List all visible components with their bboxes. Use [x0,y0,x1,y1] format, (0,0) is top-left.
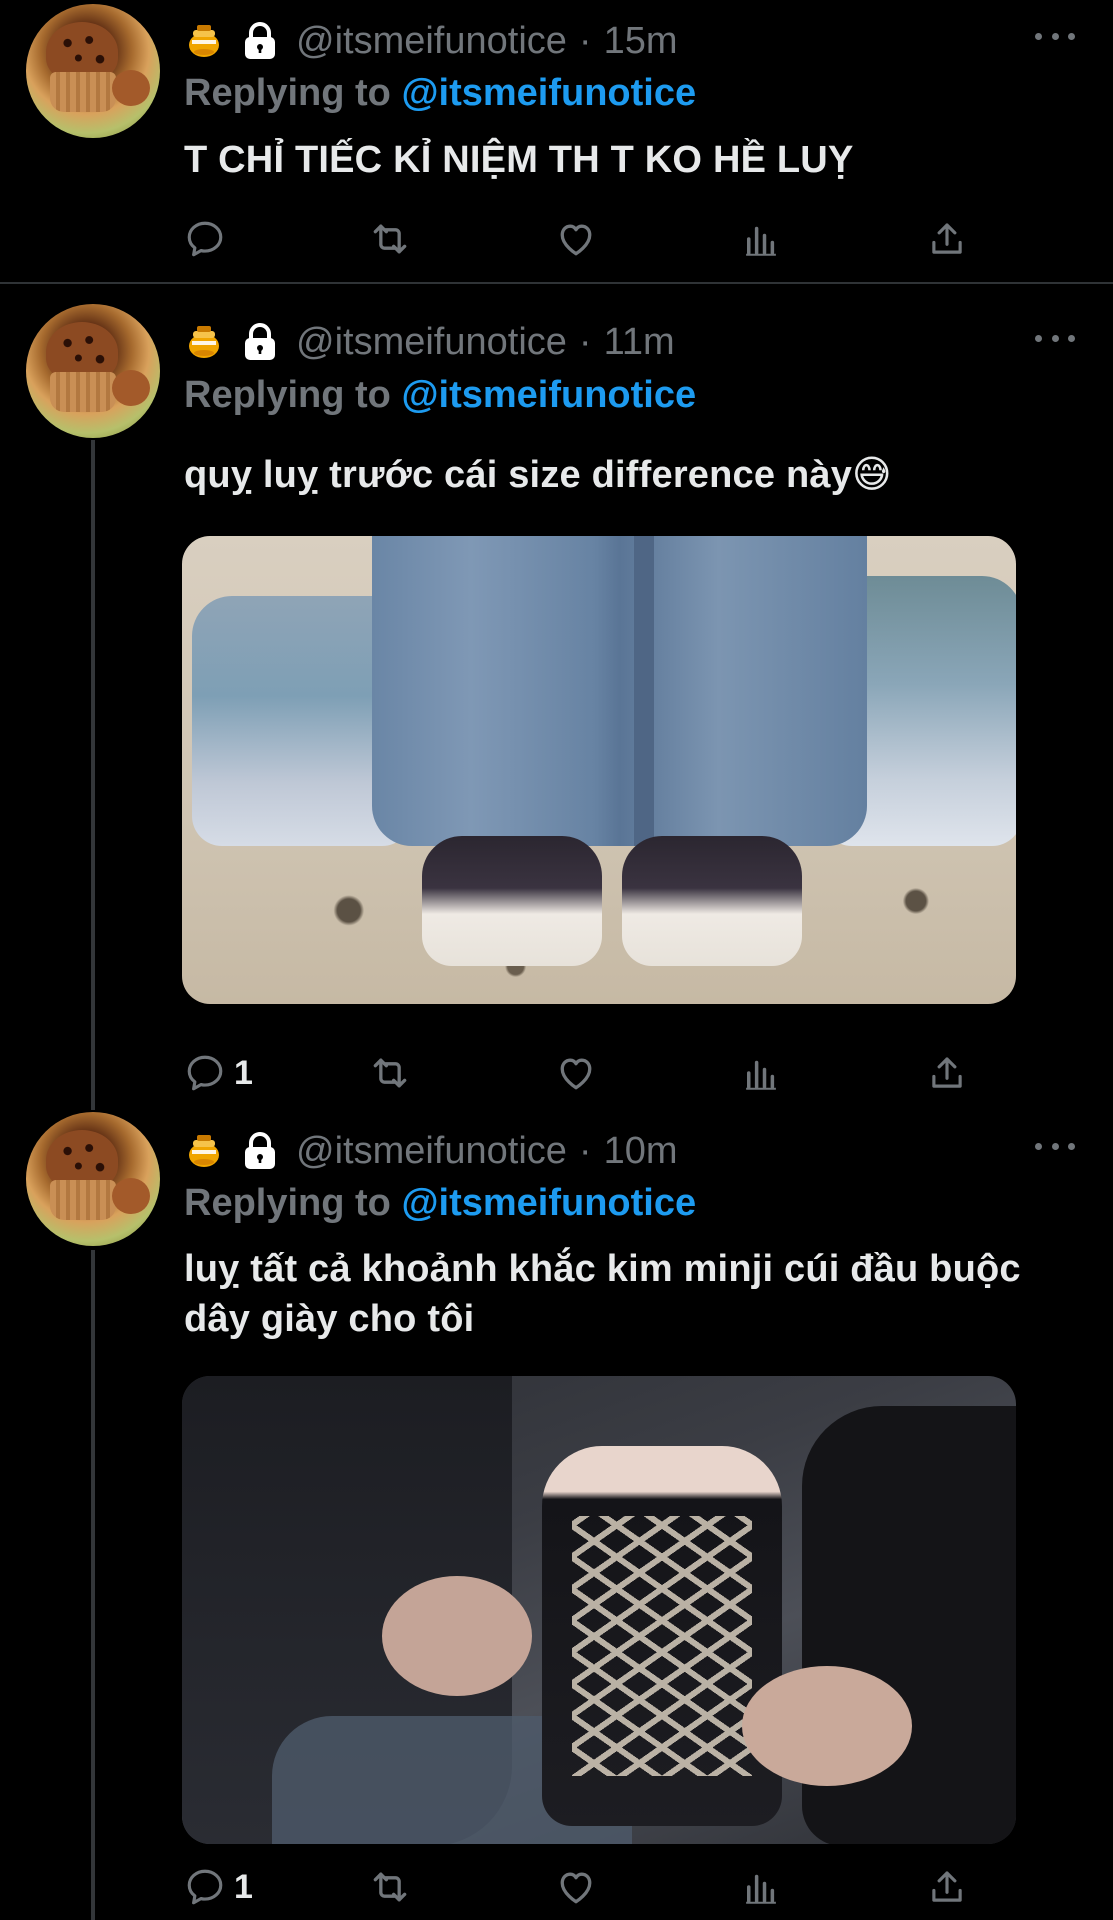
like-icon [554,1051,598,1095]
more-options-icon[interactable] [1035,1136,1075,1156]
share-icon [926,1866,968,1908]
replying-to-line: Replying to @itsmeifunotice [184,1182,696,1225]
timestamp[interactable]: 15m [604,20,678,63]
replying-to-mention[interactable]: @itsmeifunotice [401,374,696,416]
retweet-icon [368,1051,412,1095]
like-button[interactable] [554,1862,598,1912]
user-handle[interactable]: @itsmeifunotice [296,321,567,364]
photo-hand-left [382,1576,532,1696]
tweet-actions: 1 [184,1862,984,1912]
tweet-1[interactable]: @itsmeifunotice · 15m Replying to @itsme… [0,0,1113,282]
analytics-button[interactable] [740,214,782,264]
more-options-icon[interactable] [1035,26,1075,46]
reply-icon [184,218,226,260]
analytics-button[interactable] [740,1048,782,1098]
analytics-icon [740,1052,782,1094]
retweet-icon [368,217,412,261]
replying-to-mention[interactable]: @itsmeifunotice [401,1182,696,1224]
avatar[interactable] [26,304,160,438]
retweet-icon [368,1865,412,1909]
analytics-button[interactable] [740,1862,782,1912]
avatar[interactable] [26,4,160,138]
reply-button[interactable]: 1 [184,1048,253,1098]
retweet-button[interactable] [368,1048,412,1098]
timestamp[interactable]: 11m [604,321,675,364]
tweet-actions [184,214,984,264]
photo-hand-right [742,1666,912,1786]
replying-to-mention[interactable]: @itsmeifunotice [401,72,696,114]
tweet-header: @itsmeifunotice · 10m [184,1126,677,1176]
analytics-icon [740,1866,782,1908]
timestamp[interactable]: 10m [604,1130,678,1173]
like-icon [554,217,598,261]
tweet-text: T CHỈ TIẾC KỈ NIỆM TH T KO HỀ LUỴ [184,139,854,181]
like-button[interactable] [554,1048,598,1098]
reply-count: 1 [234,1053,253,1092]
reply-count: 1 [234,1867,253,1906]
replying-to-label: Replying to [184,1182,391,1224]
reply-button[interactable] [184,214,234,264]
like-button[interactable] [554,214,598,264]
replying-to-label: Replying to [184,374,391,416]
honey-pot-emoji-icon [184,21,224,61]
replying-to-line: Replying to @itsmeifunotice [184,72,696,115]
like-icon [554,1865,598,1909]
reply-button[interactable]: 1 [184,1862,253,1912]
user-handle[interactable]: @itsmeifunotice [296,20,567,63]
reply-icon [184,1866,226,1908]
reply-icon [184,1052,226,1094]
lock-icon [240,21,280,61]
tweet-3[interactable]: @itsmeifunotice · 10m Replying to @itsme… [0,1094,1113,1920]
tweet-header: @itsmeifunotice · 15m [184,16,677,66]
user-handle[interactable]: @itsmeifunotice [296,1130,567,1173]
photo-jeans [372,536,867,846]
tweet-2[interactable]: @itsmeifunotice · 11m Replying to @itsme… [0,284,1113,1094]
share-button[interactable] [926,1862,968,1912]
retweet-button[interactable] [368,1862,412,1912]
tweet-photo[interactable] [182,1376,1016,1844]
tweet-actions: 1 [184,1048,984,1098]
share-icon [926,1052,968,1094]
share-icon [926,218,968,260]
photo-jeans-gap [634,536,654,846]
analytics-icon [740,218,782,260]
lock-icon [240,1131,280,1171]
tweet-header: @itsmeifunotice · 11m [184,317,675,367]
more-options-icon[interactable] [1035,328,1075,348]
photo-small-sneaker-left [422,836,602,966]
replying-to-line: Replying to @itsmeifunotice [184,374,696,417]
honey-pot-emoji-icon [184,322,224,362]
share-button[interactable] [926,1048,968,1098]
tweet-text: luỵ tất cả khoảnh khắc kim minji cúi đầu… [184,1248,1021,1340]
honey-pot-emoji-icon [184,1131,224,1171]
photo-small-sneaker-right [622,836,802,966]
share-button[interactable] [926,214,968,264]
avatar[interactable] [26,1112,160,1246]
tweet-text: quỵ luỵ trước cái size difference này😅 [184,454,892,496]
separator-dot: · [578,320,592,363]
separator-dot: · [578,19,592,62]
replying-to-label: Replying to [184,72,391,114]
retweet-button[interactable] [368,214,412,264]
lock-icon [240,322,280,362]
separator-dot: · [578,1129,592,1172]
photo-shoelaces [572,1516,752,1776]
tweet-photo[interactable] [182,536,1016,1004]
